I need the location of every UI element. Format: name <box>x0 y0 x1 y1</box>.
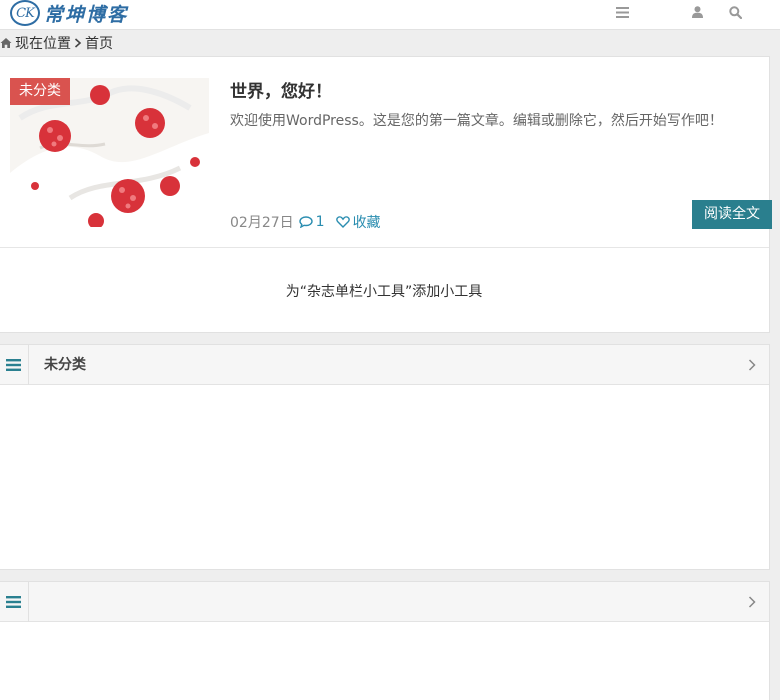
post-excerpt: 欢迎使用WordPress。这是您的第一篇文章。编辑或删除它，然后开始写作吧！ <box>230 113 723 129</box>
favorite-label: 收藏 <box>352 215 381 231</box>
site-logo[interactable]: CK 常坤博客 <box>10 0 128 26</box>
favorite-button[interactable]: 收藏 <box>335 212 381 232</box>
breadcrumb-label: 现在位置 <box>15 36 71 52</box>
post-date: 02月27日 <box>230 215 294 231</box>
category-section-title[interactable]: 未分类 <box>44 345 86 385</box>
home-icon <box>0 38 12 48</box>
list-icon[interactable] <box>0 582 29 622</box>
search-icon[interactable] <box>725 2 745 22</box>
site-header: CK 常坤博客 <box>0 0 780 30</box>
category-section-header <box>0 582 769 622</box>
post-body: 未分类 世界，您好！ 欢迎使用WordPress。这是您的第一篇文章。编辑或删除… <box>0 57 772 248</box>
logo-mark: CK <box>10 0 40 26</box>
read-more-button[interactable]: 阅读全文 <box>692 200 772 229</box>
category-tag[interactable]: 未分类 <box>10 78 70 105</box>
post-title[interactable]: 世界，您好！ <box>230 77 332 102</box>
list-icon[interactable] <box>0 345 29 385</box>
post-meta: 02月27日 1 收藏 <box>230 212 381 232</box>
breadcrumb-home-link[interactable]: 首页 <box>85 33 113 53</box>
category-section-header: 未分类 <box>0 345 769 385</box>
post-card: 未分类 世界，您好！ 欢迎使用WordPress。这是您的第一篇文章。编辑或删除… <box>0 56 772 333</box>
comment-icon <box>298 216 313 228</box>
chevron-right-icon[interactable] <box>747 359 757 371</box>
heart-icon <box>335 216 350 228</box>
breadcrumb: 现在位置 首页 <box>0 33 113 53</box>
logo-text: 常坤博客 <box>44 3 129 26</box>
widget-placeholder-note: 为“杂志单栏小工具”添加小工具 <box>285 283 483 300</box>
chevron-right-icon[interactable] <box>747 596 757 608</box>
comment-count: 1 <box>315 214 325 230</box>
user-icon[interactable] <box>687 2 707 22</box>
category-section: 未分类 <box>0 344 770 570</box>
chevron-right-icon <box>74 38 82 48</box>
menu-icon[interactable] <box>612 2 632 22</box>
comment-link[interactable]: 1 <box>298 214 325 230</box>
category-section <box>0 581 770 700</box>
